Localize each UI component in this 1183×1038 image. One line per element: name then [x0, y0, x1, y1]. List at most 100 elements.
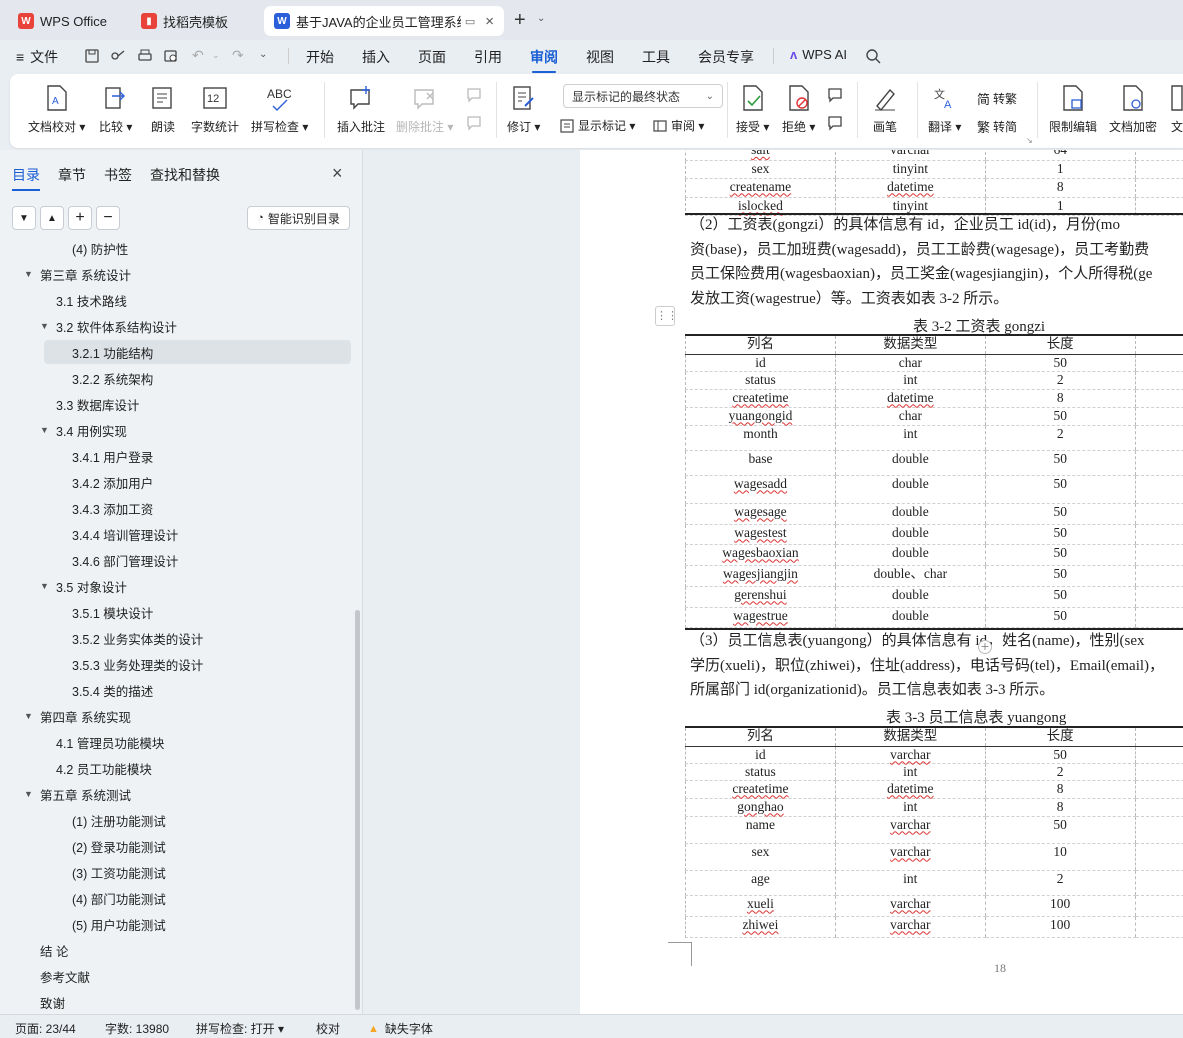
add-paragraph-icon[interactable]: +: [978, 640, 992, 654]
show-markup-button[interactable]: 显示标记 ▾: [559, 117, 635, 134]
undo-dropdown-icon[interactable]: ⌄: [212, 50, 220, 61]
share-icon[interactable]: [110, 48, 126, 64]
add-heading-button[interactable]: +: [68, 206, 92, 230]
tab-find-replace[interactable]: 查找和替换: [150, 165, 220, 185]
to-simplified-button[interactable]: 繁 转简: [977, 117, 1017, 136]
tab-chapters[interactable]: 章节: [58, 165, 86, 185]
toc-item[interactable]: ▼ 3.2 软件体系结构设计: [40, 314, 177, 338]
collapse-arrow-icon[interactable]: ▼: [40, 581, 50, 591]
read-aloud-button[interactable]: 朗读: [150, 82, 176, 135]
toc-item[interactable]: (4) 部门功能测试: [56, 886, 166, 910]
page-count[interactable]: 页面: 23/44: [15, 1020, 76, 1037]
collapse-arrow-icon[interactable]: ▼: [24, 789, 34, 799]
menu-start[interactable]: 开始: [306, 47, 334, 67]
toc-item[interactable]: 3.1 技术路线: [40, 288, 127, 312]
toc-item[interactable]: 3.4.2 添加用户: [56, 470, 153, 494]
spell-check-button[interactable]: ABC 拼写检查 ▾: [251, 82, 308, 135]
toc-item[interactable]: 3.4.1 用户登录: [56, 444, 153, 468]
toc-item[interactable]: 3.5.2 业务实体类的设计: [56, 626, 203, 650]
doc-encrypt-button[interactable]: 文档加密: [1109, 82, 1157, 135]
tab-toc[interactable]: 目录: [12, 165, 40, 191]
close-icon[interactable]: ×: [485, 13, 494, 30]
menu-references[interactable]: 引用: [474, 47, 502, 67]
toc-item[interactable]: (3) 工资功能测试: [56, 860, 166, 884]
chevron-down-icon[interactable]: ⌄: [537, 13, 545, 24]
toc-item[interactable]: ▼ 第四章 系统实现: [24, 704, 131, 728]
collapse-arrow-icon[interactable]: ▼: [24, 269, 34, 279]
proofread-status[interactable]: 校对: [316, 1020, 340, 1037]
more-chevron-icon[interactable]: ⌄: [259, 49, 267, 60]
close-panel-icon[interactable]: ×: [332, 163, 343, 184]
insert-comment-button[interactable]: 插入批注: [337, 82, 385, 135]
wps-ai-button[interactable]: ʌ WPS AI: [790, 47, 847, 62]
delete-comment-button[interactable]: 删除批注 ▾: [396, 82, 453, 135]
toc-item[interactable]: ▼ 第三章 系统设计: [24, 262, 131, 286]
toc-item[interactable]: 4.1 管理员功能模块: [40, 730, 164, 754]
toc-item[interactable]: ▼ 3.4 用例实现: [40, 418, 127, 442]
file-menu[interactable]: ≡ 文件: [16, 47, 58, 67]
toc-item[interactable]: 3.4.6 部门管理设计: [56, 548, 178, 572]
accept-button[interactable]: 接受 ▾: [736, 82, 769, 135]
next-comment-icon[interactable]: [465, 114, 483, 132]
collapse-arrow-icon[interactable]: ▼: [24, 711, 34, 721]
toc-item[interactable]: 致谢: [24, 990, 65, 1014]
markup-state-select[interactable]: 显示标记的最终状态 ⌄: [563, 84, 723, 108]
toc-item[interactable]: 3.5.1 模块设计: [56, 600, 153, 624]
toc-item[interactable]: 参考文献: [24, 964, 90, 988]
toc-item[interactable]: (5) 用户功能测试: [56, 912, 166, 936]
toc-item[interactable]: 3.2.1 功能结构: [56, 340, 153, 364]
print-icon[interactable]: [137, 48, 153, 64]
translate-button[interactable]: 文A 翻译 ▾: [928, 82, 961, 135]
scrollbar[interactable]: [355, 610, 360, 1010]
pen-button[interactable]: 画笔: [872, 82, 898, 135]
doc-check-button[interactable]: A 文档校对 ▾: [28, 82, 85, 135]
menu-view[interactable]: 视图: [586, 47, 614, 67]
more-ribbon-button[interactable]: 文: [1170, 82, 1183, 135]
missing-font-status[interactable]: ▲ 缺失字体: [368, 1020, 433, 1037]
toc-item[interactable]: 3.5.4 类的描述: [56, 678, 153, 702]
redo-icon[interactable]: ↷: [232, 47, 244, 64]
undo-icon[interactable]: ↶: [192, 47, 204, 64]
tab-bookmarks[interactable]: 书签: [104, 165, 132, 185]
prev-comment-icon[interactable]: [465, 86, 483, 104]
word-count-button[interactable]: 12 字数统计: [191, 82, 239, 135]
word-count[interactable]: 字数: 13980: [105, 1020, 169, 1037]
menu-tools[interactable]: 工具: [642, 47, 670, 67]
toc-item[interactable]: 3.4.4 培训管理设计: [56, 522, 178, 546]
toc-item[interactable]: (2) 登录功能测试: [56, 834, 166, 858]
ai-toc-button[interactable]: ◔ 智能识别目录: [247, 206, 350, 230]
compare-button[interactable]: 比较 ▾: [99, 82, 132, 135]
toc-item[interactable]: 3.3 数据库设计: [40, 392, 139, 416]
collapse-arrow-icon[interactable]: ▼: [40, 425, 50, 435]
menu-review[interactable]: 审阅: [530, 47, 558, 73]
prev-change-icon[interactable]: [826, 86, 844, 104]
ribbon-expand-icon[interactable]: ↘: [1026, 136, 1033, 145]
print-preview-icon[interactable]: [163, 48, 179, 64]
menu-page[interactable]: 页面: [418, 47, 446, 67]
remove-heading-button[interactable]: −: [96, 206, 120, 230]
tab-docer-templates[interactable]: ▮ 找稻壳模板: [131, 6, 259, 36]
spell-check-status[interactable]: 拼写检查: 打开 ▾: [196, 1020, 284, 1037]
collapse-arrow-icon[interactable]: ▼: [40, 321, 50, 331]
next-change-icon[interactable]: [826, 114, 844, 132]
toc-item[interactable]: (4) 防护性: [56, 236, 128, 260]
tab-document[interactable]: W 基于JAVA的企业员工管理系统 ▭ ×: [264, 6, 504, 36]
toc-item[interactable]: ▼ 3.5 对象设计: [40, 574, 127, 598]
toc-item[interactable]: 3.2.2 系统架构: [56, 366, 153, 390]
reject-button[interactable]: 拒绝 ▾: [782, 82, 815, 135]
revise-button[interactable]: 修订 ▾: [507, 82, 540, 135]
save-icon[interactable]: [84, 48, 100, 64]
search-icon[interactable]: [865, 48, 881, 64]
drag-handle-icon[interactable]: ⋮⋮: [655, 306, 678, 326]
restrict-edit-button[interactable]: 限制编辑: [1049, 82, 1097, 135]
to-traditional-button[interactable]: 简 转繁: [977, 89, 1017, 108]
review-pane-button[interactable]: 审阅 ▾: [652, 117, 704, 134]
expand-all-button[interactable]: ▼: [12, 206, 36, 230]
toc-item[interactable]: 4.2 员工功能模块: [40, 756, 152, 780]
toc-item[interactable]: 3.5.3 业务处理类的设计: [56, 652, 203, 676]
toc-item[interactable]: (1) 注册功能测试: [56, 808, 166, 832]
new-tab-icon[interactable]: +: [514, 9, 526, 32]
toc-item[interactable]: 3.4.3 添加工资: [56, 496, 153, 520]
collapse-all-button[interactable]: ▲: [40, 206, 64, 230]
tab-wps-office[interactable]: W WPS Office: [8, 6, 123, 36]
